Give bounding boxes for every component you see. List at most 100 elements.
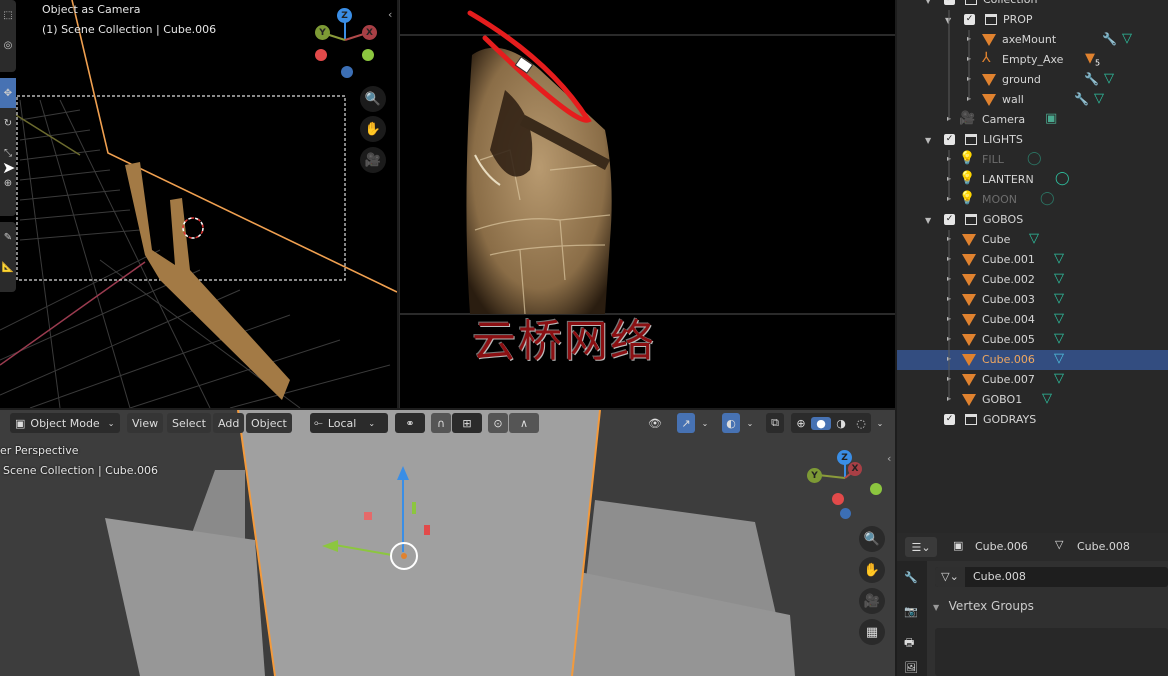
outliner-row-cube-007[interactable]: ▸ Cube.007 ▽ bbox=[897, 370, 1168, 390]
outliner-row-cube-002[interactable]: ▸ Cube.002 ▽ bbox=[897, 270, 1168, 290]
expand-toggle-icon[interactable]: ▸ bbox=[947, 194, 951, 203]
gizmo-y-axis[interactable]: Y bbox=[807, 468, 822, 483]
pivot-dropdown[interactable]: ⚭ bbox=[395, 413, 425, 433]
outliner-row-prop[interactable]: ▼ ✓ PROP bbox=[897, 10, 1168, 30]
snap-toggle[interactable]: ∩ bbox=[431, 413, 451, 433]
overlays-dropdown[interactable]: ⌄ bbox=[742, 413, 758, 433]
light-data-icon[interactable]: ◯ bbox=[1055, 171, 1070, 186]
modifier-wrench-icon[interactable]: 🔧 bbox=[1074, 92, 1089, 106]
view-layer-icon[interactable]: 🖼 bbox=[904, 661, 918, 674]
camera-data-icon[interactable]: ▣ bbox=[1045, 111, 1057, 126]
outliner-row-empty-axe[interactable]: ▸ ⅄ Empty_Axe ▼5 bbox=[897, 50, 1168, 70]
mesh-data-icon[interactable]: ▽ bbox=[1122, 31, 1132, 46]
menu-view[interactable]: View bbox=[127, 413, 164, 433]
modifier-wrench-icon[interactable]: 🔧 bbox=[1102, 32, 1117, 46]
outliner-row-gobos[interactable]: ▼ ✓ GOBOS bbox=[897, 210, 1168, 230]
expand-toggle-icon[interactable]: ▸ bbox=[967, 94, 971, 103]
mesh-data-icon[interactable]: ▽ bbox=[1094, 91, 1104, 106]
gizmo-toggle[interactable]: ↗ bbox=[677, 413, 695, 433]
wireframe-shading-icon[interactable]: ⊕ bbox=[791, 417, 811, 430]
outliner-row-gobo1[interactable]: ▸ GOBO1 ▽ bbox=[897, 390, 1168, 410]
expand-toggle-icon[interactable]: ▸ bbox=[947, 274, 951, 283]
transform-orientation-dropdown[interactable]: ⟜ Local ⌄ bbox=[310, 413, 388, 433]
expand-toggle-icon[interactable]: ▸ bbox=[967, 74, 971, 83]
cursor-icon[interactable]: ◎ bbox=[0, 30, 16, 60]
gizmo-z-axis[interactable]: Z bbox=[337, 8, 352, 23]
gizmo-neg-x[interactable] bbox=[832, 493, 844, 505]
collection-checkbox[interactable]: ✓ bbox=[964, 14, 975, 25]
collection-checkbox[interactable]: ✓ bbox=[944, 134, 955, 145]
mesh-datablock-field[interactable]: ▽⌄ Cube.008 bbox=[935, 567, 1168, 587]
mesh-data-icon[interactable]: ▽ bbox=[1054, 271, 1064, 286]
mesh-data-icon[interactable]: ▽ bbox=[1054, 351, 1064, 366]
visibility-dropdown[interactable]: 👁 bbox=[640, 413, 670, 433]
outliner-row-godrays[interactable]: ✓ GODRAYS bbox=[897, 410, 1168, 430]
outliner-row-moon[interactable]: ▸ 💡 MOON ◯ bbox=[897, 190, 1168, 210]
gizmo-x-axis[interactable]: X bbox=[848, 462, 862, 476]
gizmo-y-axis[interactable]: Y bbox=[315, 25, 330, 40]
expand-toggle-icon[interactable]: ▸ bbox=[947, 294, 951, 303]
light-data-icon[interactable]: ◯ bbox=[1027, 151, 1042, 166]
expand-toggle-icon[interactable]: ▼ bbox=[925, 136, 931, 145]
viewport-object-as-camera[interactable]: ⬚ ◎ ✥ ↻ ⤡ ⊕ ✎ 📐 ➤ Object as Camera (1) S… bbox=[0, 0, 397, 408]
hand-icon[interactable]: ✋ bbox=[859, 557, 885, 583]
editor-type-dropdown[interactable]: ☰⌄ bbox=[905, 537, 937, 557]
rendered-shading-icon[interactable]: ◌ bbox=[851, 417, 871, 430]
material-shading-icon[interactable]: ◑ bbox=[831, 417, 851, 430]
expand-toggle-icon[interactable]: ▸ bbox=[967, 54, 971, 63]
outliner-row-lights[interactable]: ▼ ✓ LIGHTS bbox=[897, 130, 1168, 150]
mesh-data-icon[interactable]: ▽ bbox=[1029, 231, 1039, 246]
vertex-groups-list[interactable] bbox=[935, 628, 1168, 676]
sidebar-toggle-icon[interactable]: ‹ bbox=[388, 8, 392, 21]
mesh-data-icon[interactable]: ▽ bbox=[1054, 311, 1064, 326]
measure-icon[interactable]: 📐 bbox=[0, 252, 16, 282]
collection-checkbox[interactable]: ✓ bbox=[944, 214, 955, 225]
vertex-groups-panel-header[interactable]: ▼ Vertex Groups bbox=[933, 599, 1034, 613]
expand-toggle-icon[interactable]: ▸ bbox=[967, 34, 971, 43]
navigation-gizmo[interactable]: Z Y X bbox=[805, 448, 885, 523]
expand-toggle-icon[interactable]: ▸ bbox=[947, 354, 951, 363]
shading-dropdown[interactable]: ⌄ bbox=[872, 413, 888, 433]
gizmo-neg-y[interactable] bbox=[362, 49, 374, 61]
outliner-row-cube-005[interactable]: ▸ Cube.005 ▽ bbox=[897, 330, 1168, 350]
expand-toggle-icon[interactable]: ▸ bbox=[947, 374, 951, 383]
outliner-row-cube[interactable]: ▸ Cube ▽ bbox=[897, 230, 1168, 250]
expand-toggle-icon[interactable]: ▸ bbox=[947, 154, 951, 163]
outliner-row-fill[interactable]: ▸ 💡 FILL ◯ bbox=[897, 150, 1168, 170]
expand-toggle-icon[interactable]: ▸ bbox=[947, 394, 951, 403]
outliner-row-cube-006[interactable]: ▸ Cube.006 ▽ bbox=[897, 350, 1168, 370]
gizmo-neg-z[interactable] bbox=[341, 66, 353, 78]
mesh-data-icon[interactable]: ▽ bbox=[1054, 371, 1064, 386]
gizmo-dropdown[interactable]: ⌄ bbox=[697, 413, 713, 433]
select-box-icon[interactable]: ⬚ bbox=[0, 0, 16, 30]
outliner-row-cube-003[interactable]: ▸ Cube.003 ▽ bbox=[897, 290, 1168, 310]
move-icon[interactable]: ✥ bbox=[0, 78, 16, 108]
menu-object[interactable]: Object bbox=[246, 413, 292, 433]
navigation-gizmo[interactable]: Z Y X bbox=[310, 5, 380, 80]
camera-icon[interactable]: 🎥 bbox=[859, 588, 885, 614]
gizmo-x-axis[interactable]: X bbox=[362, 25, 377, 40]
gizmo-neg-y[interactable] bbox=[870, 483, 882, 495]
xray-toggle[interactable]: ⧉ bbox=[766, 413, 784, 433]
mesh-data-dropdown-icon[interactable]: ▽⌄ bbox=[935, 567, 965, 587]
overlays-toggle[interactable]: ◐ bbox=[722, 413, 740, 433]
gizmo-neg-x[interactable] bbox=[315, 49, 327, 61]
collection-checkbox[interactable]: ✓ bbox=[944, 0, 955, 5]
mesh-data-icon[interactable]: ▽ bbox=[1054, 251, 1064, 266]
expand-toggle-icon[interactable]: ▼ bbox=[945, 16, 951, 25]
mesh-data-icon[interactable]: ▽ bbox=[1054, 331, 1064, 346]
mesh-data-icon[interactable]: ▽ bbox=[1104, 71, 1114, 86]
collection-checkbox[interactable]: ✓ bbox=[944, 414, 955, 425]
outliner-row-ground[interactable]: ▸ ground 🔧 ▽ bbox=[897, 70, 1168, 90]
gizmo-neg-z[interactable] bbox=[840, 508, 851, 519]
expand-toggle-icon[interactable]: ▸ bbox=[947, 334, 951, 343]
camera-icon[interactable]: 🎥 bbox=[360, 147, 386, 173]
light-data-icon[interactable]: ◯ bbox=[1040, 191, 1055, 206]
snap-target-dropdown[interactable]: ⊞ bbox=[452, 413, 482, 433]
menu-select[interactable]: Select bbox=[167, 413, 211, 433]
expand-toggle-icon[interactable]: ▸ bbox=[947, 234, 951, 243]
outliner-row-cube-004[interactable]: ▸ Cube.004 ▽ bbox=[897, 310, 1168, 330]
render-icon[interactable]: 📷 bbox=[904, 605, 918, 618]
expand-toggle-icon[interactable]: ▸ bbox=[947, 254, 951, 263]
falloff-dropdown[interactable]: ∧ bbox=[509, 413, 539, 433]
